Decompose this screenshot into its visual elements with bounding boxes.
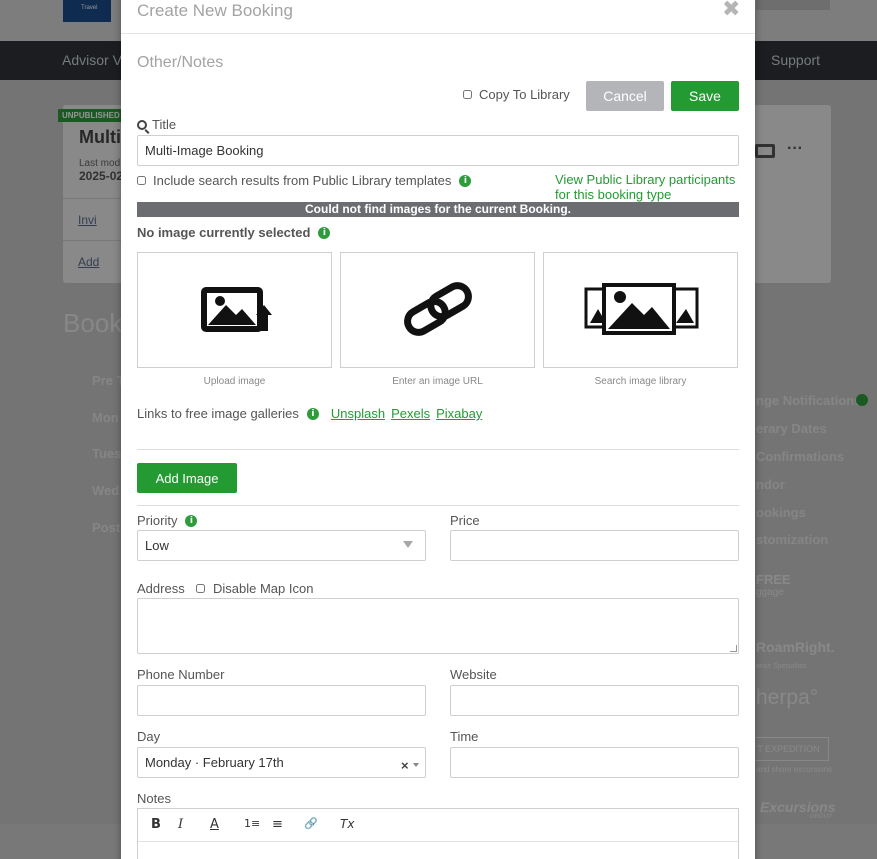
divider	[137, 505, 739, 506]
title-label-text: Title	[152, 117, 177, 132]
create-booking-modal: Create New Booking ✖ Other/Notes Copy To…	[121, 0, 755, 859]
upload-image-icon	[201, 287, 272, 332]
title-label: Title	[137, 117, 176, 132]
day-label: Day	[137, 729, 161, 744]
section-title: Other/Notes	[137, 54, 224, 71]
search-icon	[137, 119, 147, 130]
text-color-icon[interactable]: A	[210, 817, 219, 832]
no-image-status: No image currently selected i	[137, 225, 331, 240]
priority-select[interactable]: Low	[137, 530, 426, 561]
disable-map-icon-input[interactable]	[196, 584, 205, 593]
view-public-library-link[interactable]: View Public Library participants for thi…	[555, 172, 745, 202]
image-library-icon	[584, 283, 699, 335]
title-input[interactable]: Multi-Image Booking	[137, 135, 739, 166]
info-icon[interactable]: i	[459, 174, 472, 187]
cancel-button[interactable]: Cancel	[586, 81, 664, 111]
address-textarea[interactable]	[137, 598, 739, 654]
time-input[interactable]	[450, 747, 739, 778]
disable-map-icon-checkbox[interactable]: Disable Map Icon	[196, 581, 313, 596]
day-select[interactable]: Monday · February 17th	[137, 747, 426, 778]
notes-label: Notes	[137, 791, 171, 806]
phone-input[interactable]	[137, 685, 426, 716]
modal-header: Create New Booking ✖	[121, 0, 755, 34]
resize-handle-icon[interactable]	[730, 645, 737, 652]
search-library-tile[interactable]	[543, 252, 738, 368]
price-input[interactable]	[450, 530, 739, 561]
chevron-down-icon[interactable]	[413, 763, 419, 767]
pexels-link[interactable]: Pexels	[391, 406, 430, 421]
disable-map-icon-label: Disable Map Icon	[213, 581, 314, 596]
tile-caption: Upload image	[203, 376, 266, 387]
price-label: Price	[450, 513, 480, 528]
include-public-input[interactable]	[137, 176, 146, 185]
tile-caption: Search image library	[594, 376, 687, 387]
include-public-checkbox[interactable]: Include search results from Public Libra…	[137, 173, 472, 188]
unsplash-link[interactable]: Unsplash	[331, 406, 385, 421]
clear-format-icon[interactable]: Tx	[340, 817, 354, 831]
include-public-label: Include search results from Public Libra…	[153, 173, 452, 188]
gallery-links-row: Links to free image galleries i Unsplash…	[137, 406, 482, 421]
upload-image-tile[interactable]	[137, 252, 332, 368]
image-url-tile[interactable]	[340, 252, 535, 368]
save-button[interactable]: Save	[671, 81, 739, 111]
close-icon[interactable]: ✖	[722, 0, 740, 20]
modal-title: Create New Booking	[137, 1, 293, 20]
priority-label: Priority i	[137, 513, 198, 528]
add-image-button[interactable]: Add Image	[137, 463, 237, 493]
priority-label-text: Priority	[137, 513, 178, 528]
ordered-list-icon[interactable]: 1≡	[244, 817, 260, 830]
copy-to-library-checkbox[interactable]: Copy To Library	[463, 87, 570, 102]
phone-label: Phone Number	[137, 667, 225, 682]
no-image-text: No image currently selected	[137, 225, 311, 240]
website-input[interactable]	[450, 685, 739, 716]
editor-toolbar: B I A 1≡ ≡ 🔗 Tx	[138, 809, 738, 842]
website-label: Website	[450, 667, 497, 682]
time-label: Time	[450, 729, 479, 744]
bold-icon[interactable]: B	[151, 817, 161, 832]
clear-icon[interactable]: ×	[401, 758, 409, 773]
info-icon[interactable]: i	[306, 407, 319, 420]
no-images-notice: Could not find images for the current Bo…	[137, 202, 739, 217]
notes-editor[interactable]: B I A 1≡ ≡ 🔗 Tx	[137, 808, 739, 859]
info-icon[interactable]: i	[318, 226, 331, 239]
address-label: Address	[137, 581, 185, 596]
copy-to-library-input[interactable]	[463, 90, 472, 99]
bullet-list-icon[interactable]: ≡	[272, 817, 283, 832]
divider	[137, 449, 739, 450]
link-icon	[404, 282, 472, 336]
copy-to-library-label: Copy To Library	[479, 87, 570, 102]
italic-icon[interactable]: I	[178, 817, 183, 832]
link-icon[interactable]: 🔗	[304, 817, 318, 830]
chevron-down-icon[interactable]	[403, 541, 413, 548]
pixabay-link[interactable]: Pixabay	[436, 406, 482, 421]
info-icon[interactable]: i	[185, 514, 198, 527]
tile-caption: Enter an image URL	[392, 376, 483, 387]
gallery-links-label: Links to free image galleries	[137, 406, 299, 421]
